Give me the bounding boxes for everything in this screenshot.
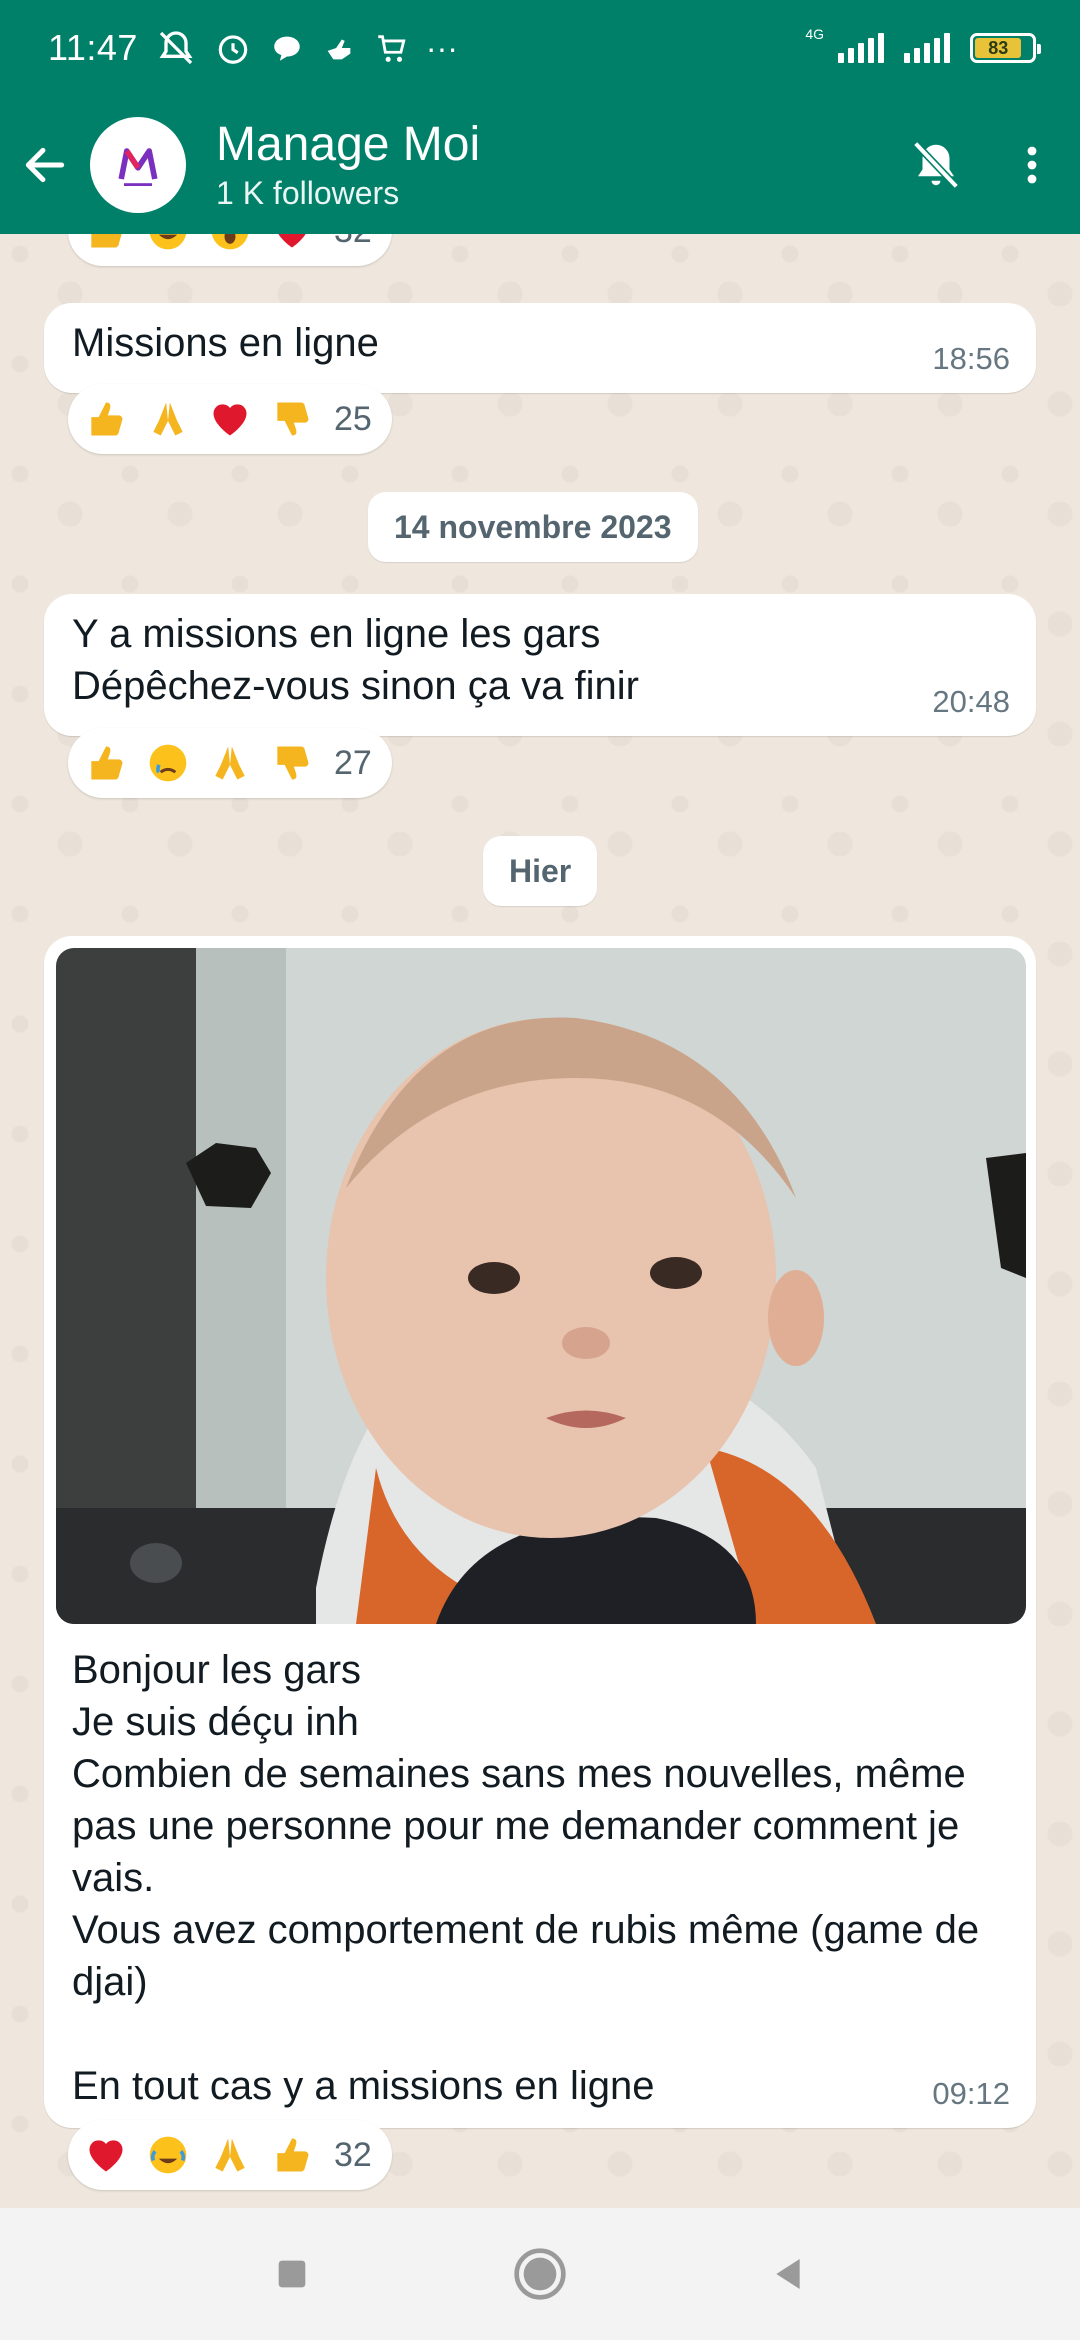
thumbs-up-icon bbox=[80, 393, 132, 445]
reaction-count: 25 bbox=[334, 399, 372, 438]
message-image[interactable] bbox=[56, 948, 1026, 1624]
arrow-left-icon bbox=[25, 147, 65, 183]
message-text: Bonjour les gars Je suis déçu inh Combie… bbox=[72, 1648, 980, 2108]
home-button[interactable] bbox=[416, 2208, 664, 2340]
more-notifications-icon: ··· bbox=[425, 30, 458, 66]
mute-button[interactable] bbox=[888, 96, 984, 234]
message-time: 18:56 bbox=[932, 341, 1010, 376]
battery-level: 83 bbox=[975, 38, 1022, 58]
tears-of-joy-icon bbox=[142, 234, 194, 257]
overflow-menu-button[interactable] bbox=[984, 96, 1080, 234]
chat-bubble-icon bbox=[274, 36, 300, 61]
signal-icon-2 bbox=[904, 33, 950, 63]
reaction-count: 32 bbox=[334, 2135, 372, 2174]
reactions-bar[interactable]: 25 bbox=[68, 384, 392, 454]
square-icon bbox=[278, 2260, 306, 2288]
more-vertical-icon bbox=[1027, 146, 1037, 184]
battery-icon: 83 bbox=[970, 33, 1041, 63]
system-navigation-bar bbox=[0, 2208, 1080, 2340]
red-heart-icon bbox=[80, 2129, 132, 2181]
reactions-bar-partial[interactable]: 32 bbox=[68, 234, 392, 266]
reactions-bar[interactable]: 27 bbox=[68, 728, 392, 798]
folded-hands-icon bbox=[204, 2129, 256, 2181]
circle-icon bbox=[514, 2248, 566, 2300]
date-separator: Hier bbox=[483, 836, 598, 906]
message-bubble[interactable]: Y a missions en ligne les gars Dépêchez-… bbox=[44, 594, 1036, 736]
cart-icon bbox=[378, 35, 406, 62]
date-separator: 14 novembre 2023 bbox=[368, 492, 698, 562]
channel-header: Manage Moi 1 K followers bbox=[0, 96, 1080, 234]
recents-button[interactable] bbox=[168, 2208, 416, 2340]
triangle-back-icon bbox=[776, 2259, 800, 2289]
red-heart-icon bbox=[204, 393, 256, 445]
red-heart-icon bbox=[266, 234, 318, 257]
message-bubble[interactable]: Missions en ligne 18:56 bbox=[44, 303, 1036, 393]
message-list[interactable]: 32 Missions en ligne 18:56 25 14 novembr… bbox=[0, 234, 1080, 2208]
manage-moi-logo-icon bbox=[118, 148, 158, 186]
thumbs-up-icon bbox=[80, 234, 132, 257]
back-button[interactable] bbox=[0, 96, 90, 234]
message-text: Y a missions en ligne les gars Dépêchez-… bbox=[72, 612, 639, 708]
bell-off-icon bbox=[913, 141, 959, 189]
channel-avatar[interactable] bbox=[90, 117, 186, 213]
reaction-count: 32 bbox=[334, 234, 372, 251]
hand-icon bbox=[327, 39, 351, 60]
message-time: 09:12 bbox=[932, 2076, 1010, 2111]
signal-icon bbox=[838, 33, 884, 63]
thumbs-up-icon bbox=[80, 737, 132, 789]
message-text: Missions en ligne bbox=[72, 321, 379, 365]
muted-notification-icon bbox=[159, 31, 193, 65]
thumbs-down-icon bbox=[266, 393, 318, 445]
alarm-icon bbox=[218, 35, 248, 64]
reaction-count: 27 bbox=[334, 743, 372, 782]
message-bubble[interactable]: Bonjour les gars Je suis déçu inh Combie… bbox=[44, 936, 1036, 2128]
message-time: 20:48 bbox=[932, 684, 1010, 719]
followers-count: 1 K followers bbox=[216, 175, 400, 211]
tears-of-joy-icon bbox=[142, 2129, 194, 2181]
network-type: 4G bbox=[805, 26, 824, 42]
reactions-bar[interactable]: 32 bbox=[68, 2120, 392, 2190]
status-time: 11:47 bbox=[48, 27, 138, 68]
back-nav-button[interactable] bbox=[664, 2208, 912, 2340]
thumbs-down-icon bbox=[266, 737, 318, 789]
crying-face-icon bbox=[142, 737, 194, 789]
channel-title[interactable]: Manage Moi 1 K followers bbox=[216, 117, 888, 213]
channel-name: Manage Moi bbox=[216, 118, 481, 171]
folded-hands-icon bbox=[204, 737, 256, 789]
status-bar: 11:47 ··· 4G 83 bbox=[0, 0, 1080, 96]
surprised-face-icon bbox=[204, 234, 256, 257]
thumbs-up-icon bbox=[266, 2129, 318, 2181]
folded-hands-icon bbox=[142, 393, 194, 445]
